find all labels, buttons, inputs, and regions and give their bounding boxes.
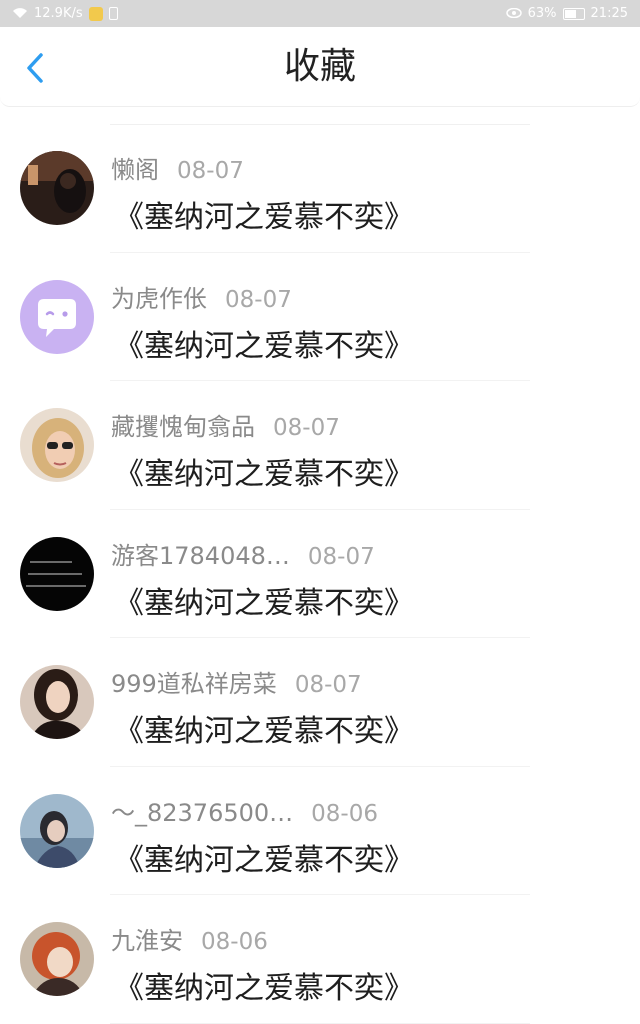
battery-fill xyxy=(564,9,576,18)
username[interactable]: 九淮安 xyxy=(111,921,183,956)
list-item[interactable]: 999道私祥房菜 08-07 《塞纳河之爱慕不奕》 xyxy=(0,638,640,767)
item-meta: 为虎作伥 08-07 xyxy=(111,279,292,314)
item-meta: ～_82376500… 08-06 xyxy=(111,793,378,828)
avatar[interactable] xyxy=(20,793,94,868)
username[interactable]: 为虎作伥 xyxy=(111,279,207,314)
status-bar: 12.9K/s 63% 21:25 xyxy=(0,0,640,27)
date: 08-07 xyxy=(273,415,340,441)
item-meta: 999道私祥房菜 08-07 xyxy=(111,664,362,699)
list-item[interactable]: ～_82376500… 08-06 《塞纳河之爱慕不奕》 xyxy=(0,767,640,895)
list-item[interactable]: 藏攫愧甸翕品 08-07 《塞纳河之爱慕不奕》 xyxy=(0,381,640,510)
date: 08-07 xyxy=(177,158,244,184)
date: 08-07 xyxy=(294,672,362,698)
avatar[interactable] xyxy=(20,279,94,354)
username[interactable]: 游客1784048… xyxy=(111,536,290,571)
sim-icon xyxy=(108,7,118,20)
book-title[interactable]: 《塞纳河之爱慕不奕》 xyxy=(114,192,414,236)
wifi-icon xyxy=(12,7,28,21)
book-title[interactable]: 《塞纳河之爱慕不奕》 xyxy=(114,449,414,493)
battery-percent: 63% xyxy=(527,6,557,21)
username[interactable]: 懒阁 xyxy=(111,150,159,185)
status-bar-left: 12.9K/s xyxy=(12,6,118,21)
book-title[interactable]: 《塞纳河之爱慕不奕》 xyxy=(114,963,414,1007)
list-item[interactable]: 为虎作伥 08-07 《塞纳河之爱慕不奕》 xyxy=(0,253,640,381)
eye-icon xyxy=(505,7,522,20)
book-title[interactable]: 《塞纳河之爱慕不奕》 xyxy=(114,578,414,622)
item-meta: 九淮安 08-06 xyxy=(111,921,268,956)
date: 08-07 xyxy=(225,286,292,313)
username[interactable]: ～_82376500… xyxy=(111,793,293,828)
favorites-list: 懒阁 08-07 《塞纳河之爱慕不奕》 为虎作伥 08-07 《塞纳河之爱慕不奕… xyxy=(0,124,640,1024)
book-title[interactable]: 《塞纳河之爱慕不奕》 xyxy=(114,321,414,365)
date: 08-06 xyxy=(201,929,268,955)
avatar[interactable] xyxy=(20,408,94,482)
clock: 21:25 xyxy=(590,6,628,21)
book-title[interactable]: 《塞纳河之爱慕不奕》 xyxy=(114,706,414,750)
app-header: 收藏 xyxy=(0,27,640,107)
book-title[interactable]: 《塞纳河之爱慕不奕》 xyxy=(114,835,414,879)
list-item[interactable]: 懒阁 08-07 《塞纳河之爱慕不奕》 xyxy=(0,124,640,253)
status-bar-right: 63% 21:25 xyxy=(505,6,628,21)
page-title: 收藏 xyxy=(283,46,356,87)
divider xyxy=(110,1022,530,1024)
list-item[interactable]: 九淮安 08-06 《塞纳河之爱慕不奕》 xyxy=(0,895,640,1024)
network-speed: 12.9K/s xyxy=(34,6,83,21)
list-item[interactable]: 游客1784048… 08-07 《塞纳河之爱慕不奕》 xyxy=(0,510,640,638)
avatar[interactable] xyxy=(20,151,94,225)
item-meta: 懒阁 08-07 xyxy=(111,150,244,185)
username[interactable]: 999道私祥房菜 xyxy=(111,664,277,699)
item-meta: 游客1784048… 08-07 xyxy=(111,536,375,571)
username[interactable]: 藏攫愧甸翕品 xyxy=(111,407,255,442)
avatar[interactable] xyxy=(20,665,94,739)
date: 08-06 xyxy=(311,800,378,827)
battery-icon xyxy=(562,7,585,20)
date: 08-07 xyxy=(307,543,375,570)
item-meta: 藏攫愧甸翕品 08-07 xyxy=(111,407,340,442)
avatar[interactable] xyxy=(20,536,94,611)
app-notification-icon xyxy=(88,6,103,21)
avatar[interactable] xyxy=(20,922,94,996)
